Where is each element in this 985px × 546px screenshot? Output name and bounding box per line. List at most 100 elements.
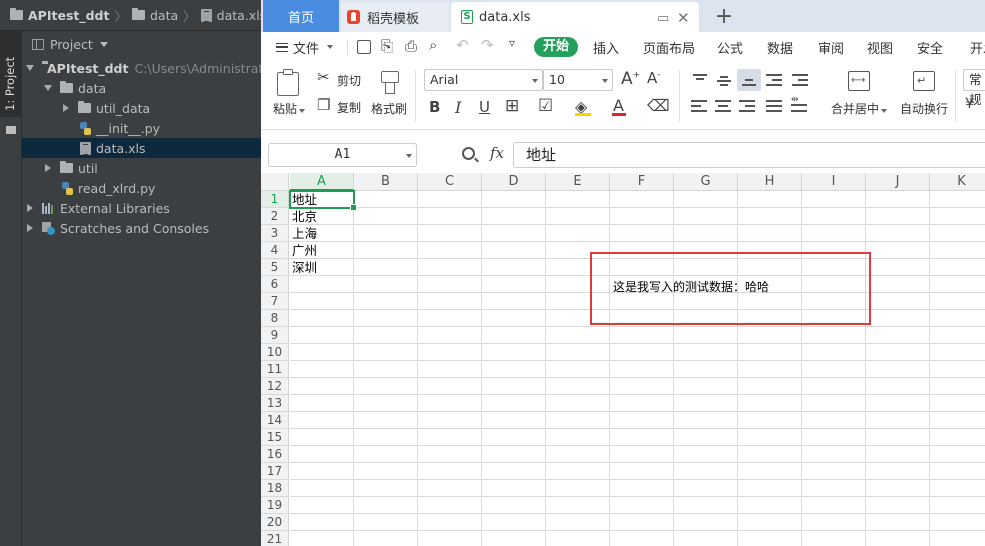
customize-dropdown-icon[interactable]: ▿	[509, 36, 515, 50]
active-cell-cursor[interactable]	[289, 190, 357, 211]
align-middle-button[interactable]	[715, 73, 733, 87]
row-header-4[interactable]: 4	[261, 242, 289, 259]
name-box[interactable]: A1	[268, 143, 417, 167]
cell-a3[interactable]: 上海	[292, 225, 317, 242]
row-header-9[interactable]: 9	[261, 327, 289, 344]
menu-view[interactable]: 视图	[867, 38, 893, 57]
menu-insert[interactable]: 插入	[593, 38, 619, 57]
collapse-arrow-icon[interactable]	[63, 104, 69, 112]
row-header-1[interactable]: 1	[261, 191, 289, 208]
tree-item-init-py[interactable]: __init__.py	[22, 118, 261, 138]
tree-item-data[interactable]: data	[22, 78, 261, 98]
decrease-font-icon[interactable]: A-	[647, 69, 661, 87]
breadcrumb-file[interactable]: data.xls	[200, 8, 261, 23]
tree-item-read-xlrd-py[interactable]: read_xlrd.py	[22, 178, 261, 198]
menu-formula[interactable]: 公式	[717, 38, 743, 57]
tab-data-xls[interactable]: S data.xls ▭ ✕	[451, 2, 699, 32]
export-icon[interactable]: ⎘	[381, 37, 393, 55]
row-header-15[interactable]: 15	[261, 429, 289, 446]
font-name-select[interactable]: Arial	[424, 69, 543, 91]
expand-arrow-icon[interactable]	[26, 65, 34, 71]
paste-button[interactable]: 粘贴	[273, 68, 307, 122]
menu-start[interactable]: 开始	[534, 37, 578, 57]
menu-page-layout[interactable]: 页面布局	[643, 38, 695, 57]
save-icon[interactable]	[357, 40, 371, 54]
row-header-11[interactable]: 11	[261, 361, 289, 378]
row-header-21[interactable]: 21	[261, 531, 289, 546]
row-header-12[interactable]: 12	[261, 378, 289, 395]
row-header-20[interactable]: 20	[261, 514, 289, 531]
menu-data[interactable]: 数据	[767, 38, 793, 57]
font-size-select[interactable]: 10	[543, 69, 613, 91]
column-header-e[interactable]: E	[546, 173, 610, 191]
number-format-select[interactable]: 常规	[963, 69, 985, 107]
row-header-19[interactable]: 19	[261, 497, 289, 514]
column-header-h[interactable]: H	[738, 173, 802, 191]
breadcrumb-folder[interactable]: data	[132, 8, 178, 23]
new-tab-button[interactable]: +	[711, 1, 737, 31]
menu-review[interactable]: 审阅	[818, 38, 844, 57]
merge-center-button[interactable]: ⟷ 合并居中	[827, 68, 889, 122]
align-left-button[interactable]	[691, 100, 709, 114]
tree-item-data-xls[interactable]: data.xls	[22, 138, 261, 158]
column-header-i[interactable]: I	[802, 173, 866, 191]
column-header-d[interactable]: D	[482, 173, 546, 191]
pin-window-icon[interactable]: ▭	[657, 11, 669, 26]
formula-input[interactable]: 地址	[513, 142, 985, 168]
row-header-5[interactable]: 5	[261, 259, 289, 276]
row-header-13[interactable]: 13	[261, 395, 289, 412]
row-header-7[interactable]: 7	[261, 293, 289, 310]
borders-icon[interactable]: ⊞	[505, 96, 519, 116]
print-icon[interactable]: ⎙	[405, 37, 417, 55]
align-right-button[interactable]	[739, 100, 757, 114]
tab-home[interactable]: 首页	[263, 0, 339, 32]
menu-security[interactable]: 安全	[917, 38, 943, 57]
function-icon[interactable]: fx	[490, 144, 504, 162]
distributed-align-button[interactable]: ⇹	[791, 95, 809, 114]
menu-file[interactable]: 文件	[276, 38, 334, 57]
menu-developer[interactable]: 开发	[970, 38, 985, 57]
align-center-button[interactable]	[715, 100, 733, 114]
tree-item-external-libraries[interactable]: External Libraries	[22, 198, 261, 218]
column-header-c[interactable]: C	[418, 173, 482, 191]
tab-template[interactable]: 稻壳模板	[341, 2, 449, 32]
row-header-16[interactable]: 16	[261, 446, 289, 463]
tree-item-util[interactable]: util	[22, 158, 261, 178]
cell-grid[interactable]	[290, 191, 985, 546]
cell-style-icon[interactable]: ☑	[538, 96, 553, 116]
row-header-10[interactable]: 10	[261, 344, 289, 361]
row-header-2[interactable]: 2	[261, 208, 289, 225]
collapse-arrow-icon[interactable]	[27, 224, 33, 232]
tool-window-tab-project[interactable]: 1: Project	[0, 31, 22, 134]
expand-arrow-icon[interactable]	[44, 85, 52, 91]
project-view-header[interactable]: Project	[22, 31, 261, 58]
row-header-18[interactable]: 18	[261, 480, 289, 497]
spreadsheet-grid[interactable]: ABCDEFGHIJK 1 2 3 4 5 6 7 8 9 10 11 12 13 14 15 16 17 18 1…	[261, 173, 985, 546]
column-header-b[interactable]: B	[354, 173, 418, 191]
increase-font-icon[interactable]: A+	[621, 69, 640, 89]
cell-a4[interactable]: 广州	[292, 242, 317, 259]
column-header-k[interactable]: K	[930, 173, 985, 191]
increase-indent-button[interactable]	[792, 73, 810, 87]
cell-a2[interactable]: 北京	[292, 208, 317, 225]
copy-button[interactable]: ❐ 复制	[317, 96, 367, 116]
collapse-arrow-icon[interactable]	[45, 164, 51, 172]
wrap-text-button[interactable]: ↵ 自动换行	[897, 68, 951, 122]
column-header-a[interactable]: A	[290, 173, 354, 191]
close-icon[interactable]: ✕	[677, 9, 690, 27]
print-preview-icon[interactable]: ⌕	[429, 36, 437, 54]
chevron-down-icon[interactable]	[99, 42, 108, 47]
bold-icon[interactable]: B	[429, 98, 440, 116]
row-header-8[interactable]: 8	[261, 310, 289, 327]
underline-icon[interactable]: U	[479, 98, 490, 116]
currency-icon[interactable]: ¥	[965, 96, 974, 112]
column-header-g[interactable]: G	[674, 173, 738, 191]
tree-item-util-data[interactable]: util_data	[22, 98, 261, 118]
justify-button[interactable]	[766, 100, 784, 114]
row-header-3[interactable]: 3	[261, 225, 289, 242]
annotation-cell-text[interactable]: 这是我写入的测试数据：哈哈	[613, 278, 769, 295]
align-top-button[interactable]	[691, 73, 709, 87]
column-header-f[interactable]: F	[610, 173, 674, 191]
undo-icon[interactable]: ↶	[456, 36, 469, 54]
row-header-6[interactable]: 6	[261, 276, 289, 293]
